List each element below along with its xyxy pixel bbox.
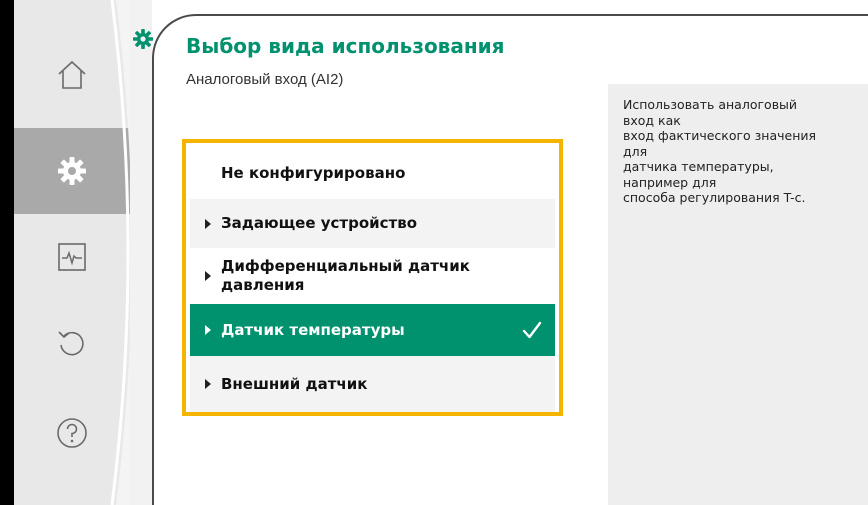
option-label: Внешний датчик <box>221 374 368 393</box>
option-label: Датчик температуры <box>221 320 405 339</box>
info-text: Использовать аналоговый вход как вход фа… <box>623 97 817 205</box>
option-temperature-sensor[interactable]: Датчик температуры <box>190 304 555 356</box>
checkmark-icon <box>522 321 542 339</box>
option-label: Не конфигурировано <box>221 163 406 182</box>
info-panel: Использовать аналоговый вход как вход фа… <box>608 84 868 505</box>
gear-icon <box>133 29 153 49</box>
option-list: Не конфигурировано Задающее устройство Д… <box>182 139 563 416</box>
page-subtitle: Аналоговый вход (AI2) <box>186 71 344 88</box>
device-bezel <box>0 0 14 505</box>
option-external-sensor[interactable]: Внешний датчик <box>190 356 555 412</box>
arrow-right-icon <box>205 379 211 389</box>
sidebar-item-home[interactable] <box>14 32 130 118</box>
sidebar-item-help[interactable] <box>14 390 130 476</box>
sidebar-item-undo[interactable] <box>14 300 130 386</box>
arrow-right-icon <box>205 218 211 229</box>
option-not-configured[interactable]: Не конфигурировано <box>190 147 555 199</box>
option-label: Дифференциальный датчик давления <box>221 257 470 294</box>
gear-icon <box>58 157 86 185</box>
monitor-icon <box>58 243 86 271</box>
arrow-right-icon <box>205 271 211 281</box>
option-label: Задающее устройство <box>221 214 418 232</box>
sidebar-item-settings[interactable] <box>14 128 130 214</box>
page-title: Выбор вида использования <box>186 34 505 58</box>
option-setpoint-device[interactable]: Задающее устройство <box>190 199 555 248</box>
home-icon <box>58 60 86 89</box>
option-differential-pressure-sensor[interactable]: Дифференциальный датчик давления <box>190 248 555 304</box>
undo-icon <box>58 331 84 356</box>
sidebar <box>14 0 130 505</box>
sidebar-item-monitor[interactable] <box>14 214 130 300</box>
help-icon <box>57 418 87 448</box>
divider-strip <box>130 0 152 505</box>
arrow-right-icon <box>205 325 211 335</box>
